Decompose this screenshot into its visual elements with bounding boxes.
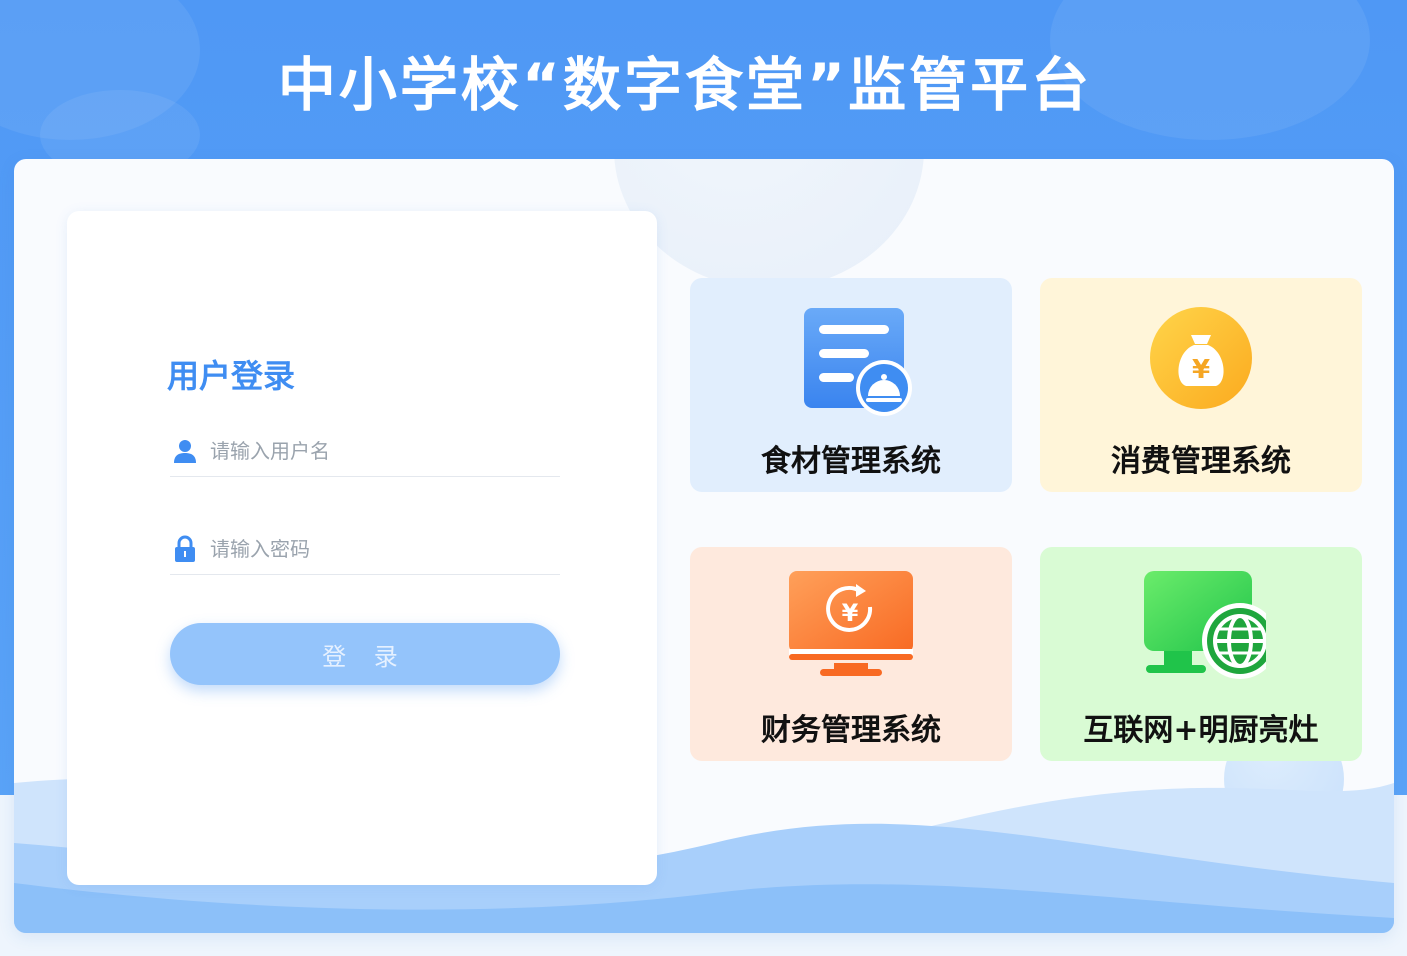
food-management-label: 食材管理系统 [761,444,941,479]
consumption-management-label: 消费管理系统 [1111,444,1291,479]
main-card: 用户登录 登 录 [14,159,1394,933]
finance-management-label: 财务管理系统 [761,713,941,748]
internet-kitchen-icon [1136,569,1278,689]
username-field [170,425,560,477]
finance-management-card[interactable]: ¥ 财务管理系统 [690,547,1012,761]
login-panel: 用户登录 登 录 [67,211,657,885]
food-management-card[interactable]: 食材管理系统 [690,278,1012,492]
login-title: 用户登录 [167,357,296,395]
internet-kitchen-card[interactable]: 互联网+明厨亮灶 [1040,547,1362,761]
page-title: 中小学校“数字食堂”监管平台 [277,51,1093,119]
svg-text:¥: ¥ [842,599,859,627]
money-bag-icon: ¥ [1136,300,1266,420]
consumption-management-card[interactable]: ¥ 消费管理系统 [1040,278,1362,492]
internet-kitchen-label: 互联网+明厨亮灶 [1083,713,1319,748]
decorative-circle [614,159,924,289]
login-button[interactable]: 登 录 [170,623,560,685]
user-icon [172,438,198,464]
username-input[interactable] [210,438,540,463]
food-menu-icon [786,300,916,420]
password-input[interactable] [210,536,540,561]
svg-text:¥: ¥ [1192,355,1210,385]
finance-monitor-icon: ¥ [786,569,916,689]
password-field [170,523,560,575]
lock-icon [172,535,198,562]
